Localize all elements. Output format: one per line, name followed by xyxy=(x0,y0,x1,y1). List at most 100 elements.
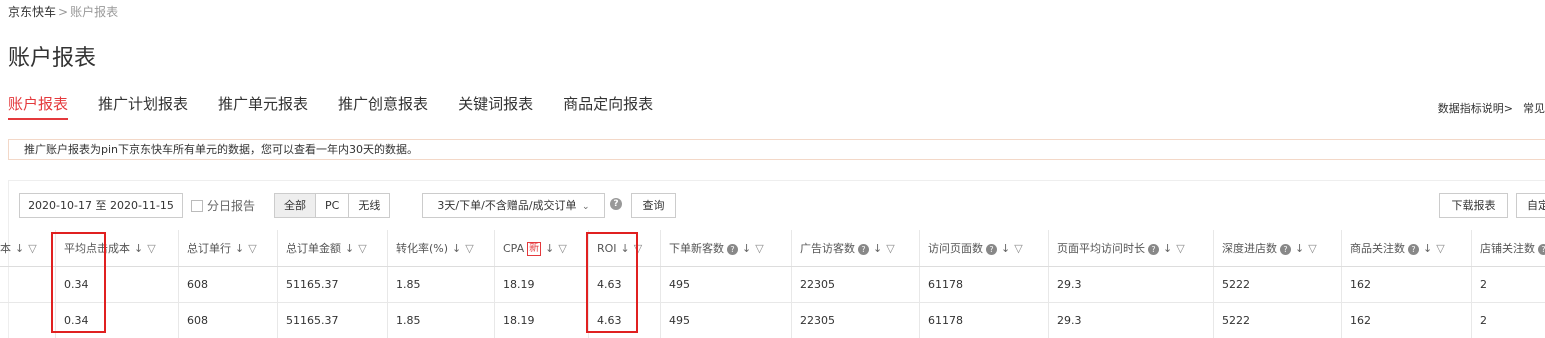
metric-help-link[interactable]: 数据指标说明> xyxy=(1438,102,1513,115)
column-header[interactable]: 本 ↓ ▽ xyxy=(0,230,55,266)
daily-report-label: 分日报告 xyxy=(207,199,256,213)
filter-icon[interactable]: ▽ xyxy=(358,242,366,255)
filter-icon[interactable]: ▽ xyxy=(147,242,155,255)
column-header-label: ROI xyxy=(597,242,617,255)
filter-icon[interactable]: ▽ xyxy=(558,242,566,255)
query-button[interactable]: 查询 xyxy=(631,193,676,218)
tab-unit-report[interactable]: 推广单元报表 xyxy=(218,93,308,120)
sort-icon[interactable]: ↓ xyxy=(1295,242,1304,255)
help-icon[interactable]: ? xyxy=(1148,243,1159,255)
breadcrumb-current: 账户报表 xyxy=(70,5,119,19)
table-row: 0.34 608 51165.37 1.85 18.19 4.63 495 22305 6117… xyxy=(0,303,1545,338)
sort-icon[interactable]: ↓ xyxy=(15,242,24,255)
table-cell: 61178 xyxy=(919,303,1048,338)
tab-keyword-report[interactable]: 关键词报表 xyxy=(458,93,533,120)
column-header[interactable]: 深度进店数? ↓ ▽ xyxy=(1213,230,1341,266)
daily-report-checkbox[interactable] xyxy=(191,199,203,212)
sort-icon[interactable]: ↓ xyxy=(621,242,630,255)
page-title: 账户报表 xyxy=(8,46,97,71)
table-cell: 1.85 xyxy=(387,303,494,338)
filter-icon[interactable]: ▽ xyxy=(634,242,642,255)
table-row: 0.34 608 51165.37 1.85 18.19 4.63 495 22305 6117… xyxy=(0,267,1545,303)
sort-icon[interactable]: ↓ xyxy=(345,242,354,255)
help-icon[interactable]: ? xyxy=(610,198,622,210)
column-header[interactable]: 页面平均访问时长? ↓ ▽ xyxy=(1048,230,1213,266)
top-right-links: 数据指标说明> 常见 xyxy=(1428,100,1545,116)
segment-mobile[interactable]: 无线 xyxy=(348,193,391,218)
filter-icon[interactable]: ▽ xyxy=(465,242,473,255)
help-icon[interactable]: ? xyxy=(727,243,738,255)
column-header[interactable]: 店铺关注数?↓▽ xyxy=(1471,230,1545,266)
column-header[interactable]: 商品关注数? ↓ ▽ xyxy=(1341,230,1471,266)
sort-icon[interactable]: ↓ xyxy=(134,242,143,255)
table-cell: 495 xyxy=(660,303,791,338)
tab-creative-report[interactable]: 推广创意报表 xyxy=(338,93,428,120)
table-cell: 22305 xyxy=(791,303,919,338)
tab-product-targeting-report[interactable]: 商品定向报表 xyxy=(563,93,653,120)
column-header[interactable]: 转化率(%) ↓ ▽ xyxy=(387,230,494,266)
tab-account-report[interactable]: 账户报表 xyxy=(8,93,69,120)
column-header[interactable]: 平均点击成本 ↓ ▽ xyxy=(55,230,178,266)
table-cell: 51165.37 xyxy=(277,267,387,302)
filter-icon[interactable]: ▽ xyxy=(1436,242,1444,255)
tab-plan-report[interactable]: 推广计划报表 xyxy=(98,93,188,120)
help-icon[interactable]: ? xyxy=(1280,243,1291,255)
table-cell: 0.34 xyxy=(55,267,178,302)
filter-icon[interactable]: ▽ xyxy=(755,242,763,255)
filter-icon[interactable]: ▽ xyxy=(886,242,894,255)
column-header[interactable]: CPA 新 ↓ ▽ xyxy=(494,230,588,266)
custom-columns-button[interactable]: 自定 xyxy=(1516,193,1545,218)
sort-icon[interactable]: ↓ xyxy=(873,242,882,255)
column-header-label: 总订单金额 xyxy=(286,242,341,255)
sort-icon[interactable]: ↓ xyxy=(545,242,554,255)
table-cell: 18.19 xyxy=(494,303,588,338)
column-header-label: 访问页面数 xyxy=(928,242,983,255)
filter-icon[interactable]: ▽ xyxy=(28,242,36,255)
column-header-label: 深度进店数 xyxy=(1222,242,1277,255)
column-header-label: 商品关注数 xyxy=(1350,242,1405,255)
column-header-label: 广告访客数 xyxy=(800,242,855,255)
sort-icon[interactable]: ↓ xyxy=(1163,242,1172,255)
segment-all[interactable]: 全部 xyxy=(274,193,316,218)
help-icon[interactable]: ? xyxy=(1408,243,1419,255)
column-header-label: 平均点击成本 xyxy=(64,242,130,255)
filter-icon[interactable]: ▽ xyxy=(1308,242,1316,255)
sort-icon[interactable]: ↓ xyxy=(235,242,244,255)
table-cell xyxy=(0,303,55,338)
segment-pc[interactable]: PC xyxy=(315,193,350,218)
filter-icon[interactable]: ▽ xyxy=(1176,242,1184,255)
help-icon[interactable]: ? xyxy=(1538,243,1545,255)
column-header-label: 转化率(%) xyxy=(396,242,449,255)
sort-icon[interactable]: ↓ xyxy=(1423,242,1432,255)
help-icon[interactable]: ? xyxy=(986,243,997,255)
column-header-label: 总订单行 xyxy=(187,242,231,255)
filter-icon[interactable]: ▽ xyxy=(1014,242,1022,255)
table-cell: 608 xyxy=(178,267,277,302)
sort-icon[interactable]: ↓ xyxy=(452,242,461,255)
help-icon[interactable]: ? xyxy=(858,243,869,255)
column-header-label: CPA xyxy=(503,242,525,255)
column-header[interactable]: 访问页面数? ↓ ▽ xyxy=(919,230,1048,266)
column-header[interactable]: 下单新客数? ↓ ▽ xyxy=(660,230,791,266)
sort-icon[interactable]: ↓ xyxy=(742,242,751,255)
column-header[interactable]: ROI ↓ ▽ xyxy=(588,230,660,266)
table-cell: 51165.37 xyxy=(277,303,387,338)
download-report-button[interactable]: 下载报表 xyxy=(1439,193,1508,218)
table-cell: 4.63 xyxy=(588,303,660,338)
breadcrumb-root[interactable]: 京东快车 xyxy=(8,5,56,19)
table-cell: 5222 xyxy=(1213,267,1341,302)
daily-report-toggle[interactable]: 分日报告 xyxy=(191,197,255,214)
column-header[interactable]: 广告访客数? ↓ ▽ xyxy=(791,230,919,266)
filter-icon[interactable]: ▽ xyxy=(248,242,256,255)
table-cell: 18.19 xyxy=(494,267,588,302)
faq-link[interactable]: 常见 xyxy=(1523,102,1545,115)
sort-icon[interactable]: ↓ xyxy=(1001,242,1010,255)
column-header[interactable]: 总订单金额 ↓ ▽ xyxy=(277,230,387,266)
order-type-value: 3天/下单/不含赠品/成交订单 xyxy=(437,199,577,212)
column-header-label: 店铺关注数 xyxy=(1480,242,1535,255)
column-header[interactable]: 总订单行 ↓ ▽ xyxy=(178,230,277,266)
order-type-select[interactable]: 3天/下单/不含赠品/成交订单 ⌄ xyxy=(422,193,605,218)
chevron-down-icon: ⌄ xyxy=(582,202,590,212)
date-range-picker[interactable]: 2020-10-17 至 2020-11-15 xyxy=(19,193,183,218)
table-cell: 29.3 xyxy=(1048,267,1213,302)
